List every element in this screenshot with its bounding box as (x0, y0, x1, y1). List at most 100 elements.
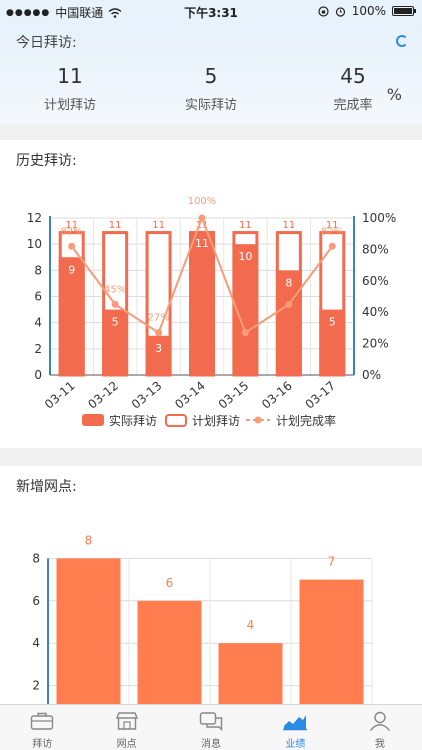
legend-planned-swatch (165, 414, 187, 427)
today-visits-title: 今日拜访: (16, 35, 77, 51)
rate-point (285, 300, 293, 308)
actual-value-label: 10 (238, 250, 252, 263)
planned-visits-stat: 11 计划拜访 (0, 64, 140, 113)
planned-value-label: 11 (109, 220, 122, 231)
tab-me-label: 我 (374, 739, 385, 750)
y-tick-label: 2 (32, 679, 40, 693)
legend-actual-label: 实际拜访 (109, 413, 157, 428)
outlet-bar (56, 558, 121, 706)
rate-label: 82% (61, 226, 83, 237)
new-outlets-chart: 2 4 6 8 8 6 4 7 (32, 533, 373, 706)
outlet-value-label: 7 (328, 555, 336, 569)
y-tick-label: 0 (34, 368, 42, 382)
rate-label: 82% (321, 226, 343, 237)
tab-bar: 拜访 网点 消息 业绩 我 (0, 704, 422, 750)
y2-tick-label: 80% (362, 242, 389, 256)
x-tick-label: 03-16 (259, 379, 295, 412)
y-tick-label: 8 (34, 263, 42, 277)
y-tick-label: 8 (32, 551, 40, 565)
tab-outlets-label: 网点 (116, 739, 137, 750)
tab-messages[interactable]: 消息 (169, 705, 253, 750)
rate-label: 100% (188, 196, 217, 207)
actual-visits-label: 实际拜访 (184, 98, 237, 113)
alarm-icon (335, 6, 345, 17)
briefcase-icon (29, 709, 55, 733)
actual-visits-stat: 5 实际拜访 (141, 64, 281, 113)
planned-value-label: 11 (239, 220, 252, 231)
planned-value-label: 11 (282, 220, 295, 231)
rate-point (68, 242, 76, 250)
outlet-value-label: 4 (247, 618, 255, 632)
rate-point (111, 300, 119, 308)
status-bar: ●●●●● 中国联通 下午3:31 100% (0, 0, 422, 22)
x-tick-label: 03-15 (216, 379, 252, 412)
store-icon (114, 709, 140, 733)
legend-rate-label: 计划完成率 (276, 413, 336, 428)
y-tick-label: 12 (27, 211, 42, 225)
tab-visits[interactable]: 拜访 (0, 705, 84, 750)
outlet-bar (299, 579, 364, 706)
y2-tick-label: 100% (362, 211, 396, 225)
history-visits-title: 历史拜访: (16, 153, 77, 169)
battery-label: 100% (351, 4, 386, 18)
actual-value-label: 11 (195, 237, 209, 250)
actual-value-label: 5 (329, 316, 336, 329)
tab-performance[interactable]: 业绩 (253, 705, 337, 750)
actual-value-label: 3 (155, 342, 162, 355)
actual-visits-value: 5 (204, 64, 218, 88)
battery-icon (392, 6, 416, 16)
status-bar-right: 100% (318, 4, 416, 18)
rate-point (328, 242, 336, 250)
history-visits-card: 历史拜访: 0 2 4 6 8 10 12 0% 20% 40% 60% 80% 100% 11 9 03-1… (0, 140, 422, 448)
refresh-icon[interactable] (396, 35, 408, 47)
planned-value-label: 11 (152, 220, 165, 231)
actual-value-label: 5 (112, 316, 119, 329)
rate-label: 27% (147, 313, 169, 324)
actual-bar (189, 231, 215, 375)
person-icon (367, 709, 393, 733)
rotation-lock-icon (318, 5, 329, 17)
y-tick-label: 4 (34, 316, 42, 330)
new-outlets-card: 新增网点: 2 4 6 8 8 6 4 7 (0, 466, 422, 706)
y-tick-label: 6 (32, 594, 40, 608)
x-tick-label: 03-11 (42, 379, 78, 412)
tab-performance-label: 业绩 (285, 739, 306, 750)
actual-value-label: 9 (68, 263, 75, 276)
outlet-bar (137, 600, 202, 706)
outlet-bar (218, 643, 283, 706)
chat-icon (198, 709, 224, 733)
tab-me[interactable]: 我 (338, 705, 422, 750)
legend-actual-swatch (82, 414, 104, 426)
y2-tick-label: 20% (362, 337, 389, 351)
planned-visits-value: 11 (57, 64, 83, 88)
rate-point (241, 329, 249, 337)
y-tick-label: 2 (34, 342, 42, 356)
x-tick-label: 03-12 (85, 379, 121, 412)
completion-rate-unit: % (386, 85, 402, 104)
planned-visits-label: 计划拜访 (43, 98, 96, 113)
legend-rate-marker (254, 416, 262, 424)
trend-chart-icon (282, 709, 308, 733)
y2-tick-label: 60% (362, 274, 389, 288)
x-tick-label: 03-14 (172, 379, 208, 412)
x-tick-label: 03-17 (302, 379, 338, 412)
tab-messages-label: 消息 (201, 739, 222, 750)
y-tick-label: 10 (27, 237, 42, 251)
new-outlets-title: 新增网点: (16, 479, 77, 495)
rate-label: 45% (104, 284, 126, 295)
tab-outlets[interactable]: 网点 (84, 705, 168, 750)
y-tick-label: 4 (32, 636, 40, 650)
y-tick-label: 6 (34, 290, 42, 304)
tab-visits-label: 拜访 (32, 739, 53, 750)
outlet-value-label: 6 (166, 576, 174, 590)
x-tick-label: 03-13 (129, 379, 165, 412)
rate-point (198, 214, 206, 222)
outlet-value-label: 8 (85, 533, 93, 547)
actual-value-label: 8 (285, 276, 292, 289)
y2-tick-label: 0% (362, 368, 381, 382)
history-visits-chart: 0 2 4 6 8 10 12 0% 20% 40% 60% 80% 100% 11 9 03-11 11 5 03… (27, 196, 397, 428)
y2-tick-label: 40% (362, 305, 389, 319)
today-visits-panel: 今日拜访: 11 计划拜访 5 实际拜访 45 完成率 % (0, 22, 422, 124)
legend-planned-label: 计划拜访 (192, 414, 240, 428)
rate-point (155, 329, 163, 337)
